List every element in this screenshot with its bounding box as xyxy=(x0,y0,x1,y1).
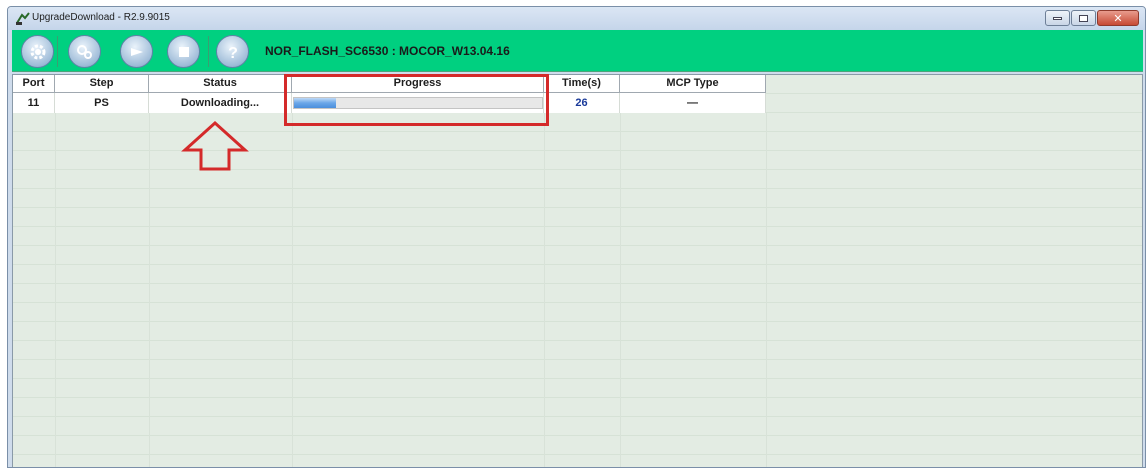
play-icon xyxy=(130,47,143,56)
svg-text:?: ? xyxy=(228,45,238,62)
close-icon: ✕ xyxy=(1113,11,1123,25)
column-header-step[interactable]: Step xyxy=(55,75,149,93)
column-header-status[interactable]: Status xyxy=(149,75,292,93)
maximize-icon xyxy=(1079,14,1088,22)
gear-icon xyxy=(30,44,45,59)
load-packet-button[interactable] xyxy=(68,35,101,68)
close-button[interactable]: ✕ xyxy=(1097,10,1139,26)
step-cell: PS xyxy=(55,93,149,113)
progress-highlight-box xyxy=(284,74,549,126)
mcp-type-cell: — xyxy=(620,93,766,113)
grid-line xyxy=(544,113,545,467)
window-controls: ✕ xyxy=(1044,10,1139,26)
port-cell: 11 xyxy=(13,93,55,113)
app-icon xyxy=(16,12,30,25)
window-title: UpgradeDownload - R2.9.9015 xyxy=(32,12,170,23)
up-arrow-annotation xyxy=(181,120,249,171)
stop-download-button[interactable] xyxy=(167,35,200,68)
time-cell: 26 xyxy=(544,93,620,113)
grid-line xyxy=(55,113,56,467)
column-header-port[interactable]: Port xyxy=(13,75,55,93)
minimize-icon xyxy=(1053,16,1062,20)
column-header-mcp-type[interactable]: MCP Type xyxy=(620,75,766,93)
settings-button[interactable] xyxy=(21,35,54,68)
stop-icon xyxy=(178,46,189,57)
gears-icon xyxy=(76,44,92,59)
grid-line xyxy=(149,113,150,467)
help-icon: ? xyxy=(228,45,238,62)
toolbar-separator xyxy=(208,36,209,67)
title-bar: UpgradeDownload - R2.9.9015 ✕ xyxy=(8,7,1145,30)
help-button[interactable]: ? xyxy=(216,35,249,68)
column-header-time[interactable]: Time(s) xyxy=(544,75,620,93)
toolbar-separator xyxy=(57,36,58,67)
grid-line xyxy=(620,113,621,467)
toolbar: ? NOR_FLASH_SC6530 : MOCOR_W13.04.16 xyxy=(12,30,1143,72)
grid-line xyxy=(766,113,767,467)
app-window: UpgradeDownload - R2.9.9015 ✕ ? NOR_FLAS… xyxy=(7,6,1146,468)
minimize-button[interactable] xyxy=(1045,10,1070,26)
grid-line xyxy=(292,113,293,467)
status-cell: Downloading... xyxy=(149,93,292,113)
start-download-button[interactable] xyxy=(120,35,153,68)
maximize-button[interactable] xyxy=(1071,10,1096,26)
product-info: NOR_FLASH_SC6530 : MOCOR_W13.04.16 xyxy=(265,44,510,58)
